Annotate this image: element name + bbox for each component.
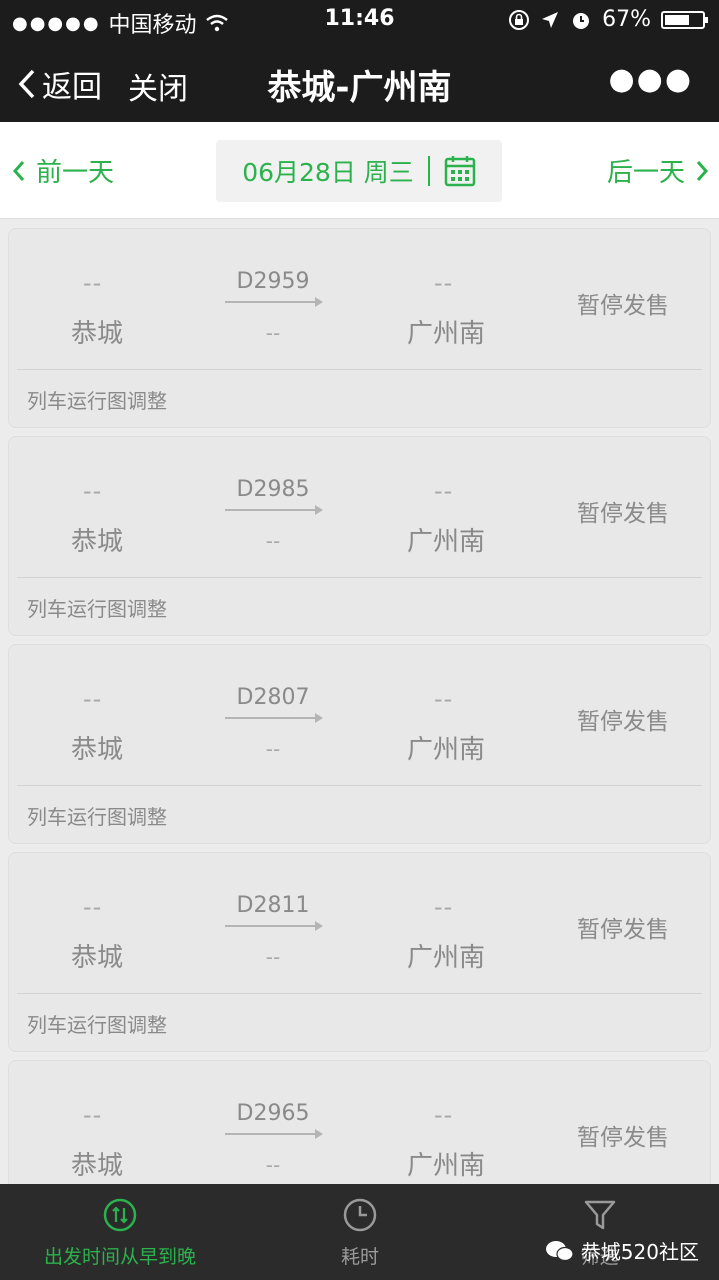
duration: --	[265, 1153, 281, 1177]
tab-duration[interactable]: 耗时	[240, 1184, 480, 1280]
train-card[interactable]: -- 恭城 D2807 -- -- 广州南 暂停发售 列车运行图调整	[8, 644, 711, 844]
card-divider	[17, 993, 702, 994]
date-bar: 前一天 06月28日 周三 后一天	[0, 122, 719, 219]
train-list: -- 恭城 D2959 -- -- 广州南 暂停发售 列车运行图调整 -- 恭城…	[8, 228, 711, 1268]
duration: --	[265, 529, 281, 553]
date-picker[interactable]: 06月28日 周三	[216, 140, 502, 202]
sale-status: 暂停发售	[577, 293, 669, 319]
tab-filter[interactable]: 筛选	[480, 1184, 719, 1280]
location-icon	[542, 11, 559, 28]
train-card[interactable]: -- 恭城 D2959 -- -- 广州南 暂停发售 列车运行图调整	[8, 228, 711, 428]
departure-station: 恭城	[71, 943, 124, 973]
train-card[interactable]: -- 恭城 D2985 -- -- 广州南 暂停发售 列车运行图调整	[8, 436, 711, 636]
watermark-text: 恭城520社区	[580, 1240, 699, 1264]
alarm-icon	[573, 12, 590, 29]
card-divider	[17, 785, 702, 786]
date-label: 06月28日 周三	[242, 158, 414, 187]
bottom-tab-bar: 出发时间从早到晚 耗时 筛选	[0, 1184, 719, 1280]
train-note: 列车运行图调整	[27, 805, 167, 829]
departure-station: 恭城	[71, 319, 124, 349]
sale-status: 暂停发售	[577, 1125, 669, 1151]
tab-sort-label: 出发时间从早到晚	[43, 1246, 196, 1268]
divider	[427, 156, 430, 186]
arrival-station: 广州南	[407, 735, 486, 765]
train-number: D2965	[236, 1101, 310, 1126]
prev-day-label: 前一天	[36, 158, 115, 188]
next-day-label: 后一天	[606, 158, 685, 188]
train-number: D2811	[236, 893, 310, 918]
rotation-lock-icon	[509, 9, 530, 30]
battery-percent: 67%	[602, 7, 651, 32]
tab-sort-departure[interactable]: 出发时间从早到晚	[0, 1184, 240, 1280]
departure-time: --	[83, 477, 103, 505]
departure-time: --	[83, 269, 103, 297]
departure-time: --	[83, 1101, 103, 1129]
sale-status: 暂停发售	[577, 709, 669, 735]
arrival-station: 广州南	[407, 527, 486, 557]
arrow-right-icon	[225, 921, 323, 931]
arrow-right-icon	[225, 713, 323, 723]
chevron-left-icon	[12, 160, 25, 181]
card-divider	[17, 369, 702, 370]
departure-time: --	[83, 685, 103, 713]
train-number: D2807	[236, 685, 310, 710]
arrival-station: 广州南	[407, 943, 486, 973]
nav-bar: 返回 关闭 恭城-广州南 ●●●	[0, 40, 719, 122]
prev-day-button[interactable]: 前一天	[12, 152, 114, 189]
departure-station: 恭城	[71, 735, 124, 765]
sale-status: 暂停发售	[577, 501, 669, 527]
departure-station: 恭城	[71, 1151, 124, 1181]
arrival-time: --	[434, 893, 454, 921]
arrival-station: 广州南	[407, 319, 486, 349]
status-bar: ●●●●● 中国移动 11:46 67%	[0, 0, 719, 40]
train-number: D2959	[236, 269, 310, 294]
battery-icon	[661, 10, 708, 29]
chevron-right-icon	[696, 160, 709, 181]
duration: --	[265, 945, 281, 969]
wechat-icon	[545, 1240, 574, 1261]
sort-icon	[103, 1198, 137, 1232]
clock-icon	[343, 1198, 377, 1232]
arrival-time: --	[434, 269, 454, 297]
departure-station: 恭城	[71, 527, 124, 557]
arrival-time: --	[434, 685, 454, 713]
duration: --	[265, 321, 281, 345]
duration: --	[265, 737, 281, 761]
train-note: 列车运行图调整	[27, 389, 167, 413]
watermark: 恭城520社区	[545, 1236, 699, 1265]
next-day-button[interactable]: 后一天	[607, 152, 709, 189]
arrival-time: --	[434, 1101, 454, 1129]
arrival-time: --	[434, 477, 454, 505]
train-number: D2985	[236, 477, 310, 502]
train-note: 列车运行图调整	[27, 1013, 167, 1037]
arrow-right-icon	[225, 1129, 323, 1139]
card-divider	[17, 577, 702, 578]
filter-icon	[584, 1200, 615, 1230]
tab-duration-label: 耗时	[340, 1246, 379, 1268]
more-icon[interactable]: ●●●	[608, 62, 693, 97]
arrow-right-icon	[225, 297, 323, 307]
arrival-station: 广州南	[407, 1151, 486, 1181]
train-card[interactable]: -- 恭城 D2811 -- -- 广州南 暂停发售 列车运行图调整	[8, 852, 711, 1052]
arrow-right-icon	[225, 505, 323, 515]
sale-status: 暂停发售	[577, 917, 669, 943]
train-note: 列车运行图调整	[27, 597, 167, 621]
calendar-icon	[444, 156, 476, 187]
departure-time: --	[83, 893, 103, 921]
